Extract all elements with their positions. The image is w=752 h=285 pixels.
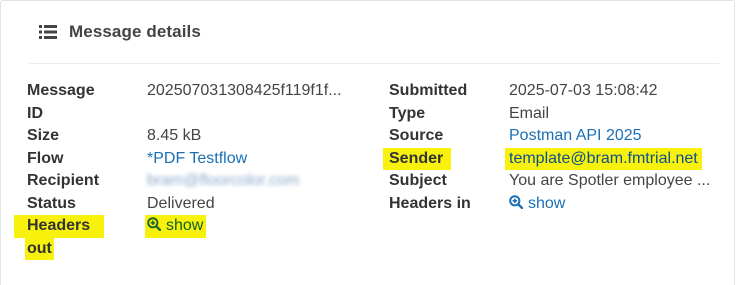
type-value: Email — [509, 104, 550, 122]
sender-link[interactable]: template@bram.fmtrial.net — [505, 147, 702, 170]
source-link[interactable]: Postman API 2025 — [509, 125, 642, 148]
list-icon — [39, 25, 57, 39]
size-value: 8.45 kB — [147, 127, 202, 144]
status-value: Delivered — [147, 194, 215, 212]
headers-out-label-line2: out — [25, 237, 54, 260]
headers-in-label: Headers in — [389, 194, 471, 212]
message-id-label-line2: ID — [27, 104, 43, 122]
headers-in-show-text: show — [528, 194, 566, 212]
headers-out-show-link[interactable]: show — [145, 215, 207, 238]
zoom-in-icon — [509, 194, 523, 209]
recipient-link[interactable]: bram@floorcolor.com — [147, 170, 299, 193]
sender-label: Sender — [383, 147, 452, 170]
flow-label: Flow — [27, 149, 64, 167]
panel-title: Message details — [69, 22, 201, 41]
message-id-label-line1: Message — [27, 82, 95, 99]
headers-out-label-line1: Headers — [14, 215, 105, 238]
recipient-label: Recipient — [27, 172, 100, 189]
panel-header: Message details — [29, 1, 719, 64]
source-label: Source — [389, 127, 444, 144]
subject-label: Subject — [389, 172, 447, 189]
message-id-value: 202507031308425f119f1f... — [147, 82, 342, 99]
status-label: Status — [27, 194, 76, 212]
type-label: Type — [389, 104, 426, 122]
size-label: Size — [27, 127, 60, 144]
headers-in-show-link[interactable]: show — [509, 193, 565, 216]
submitted-value: 2025-07-03 15:08:42 — [509, 82, 658, 99]
zoom-in-icon — [147, 217, 161, 231]
flow-link[interactable]: *PDF Testflow — [147, 148, 247, 171]
subject-value: You are Spotler employee ... — [509, 172, 711, 189]
submitted-label: Submitted — [389, 82, 468, 99]
headers-out-show-text: show — [166, 217, 204, 234]
